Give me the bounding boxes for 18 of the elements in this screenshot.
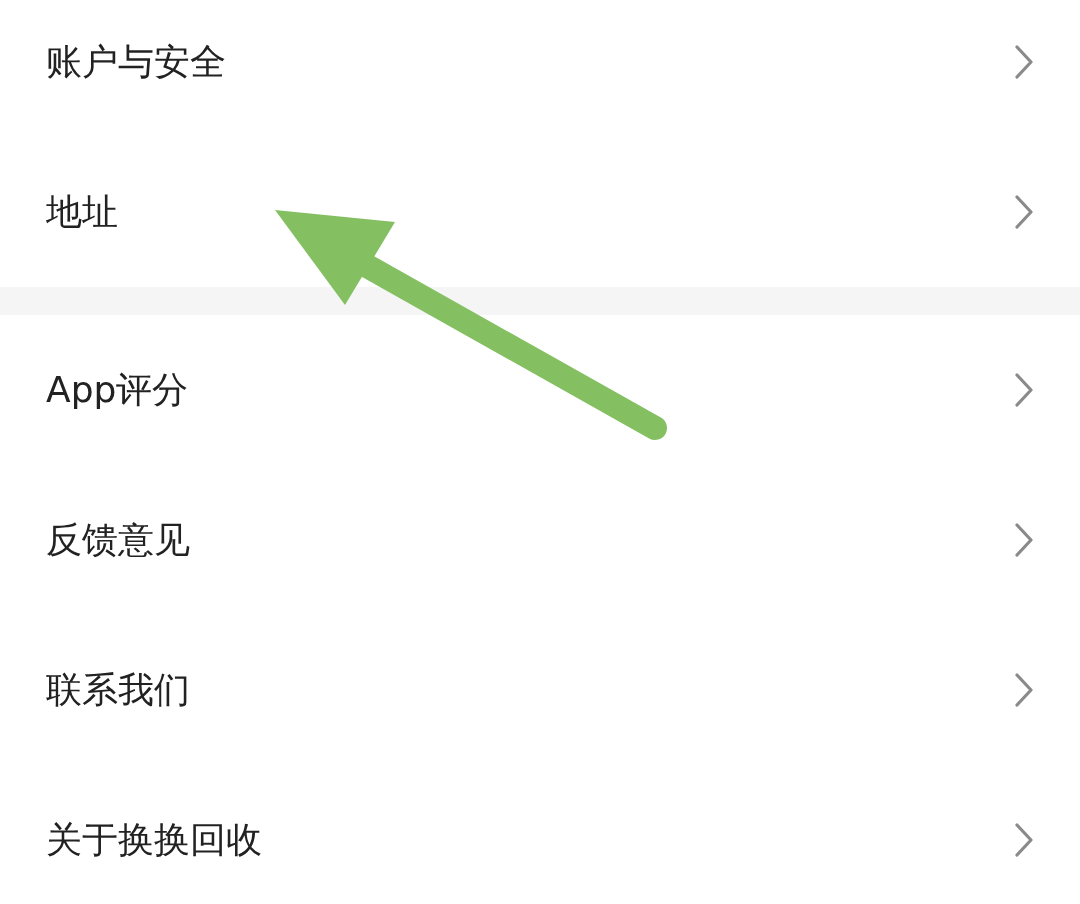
settings-item[interactable]: 地址 (0, 137, 1080, 287)
settings-item[interactable]: 联系我们 (0, 615, 1080, 765)
settings-item[interactable]: 账户与安全 (0, 0, 1080, 137)
chevron-right-icon (1014, 822, 1034, 858)
settings-item[interactable]: 关于换换回收 (0, 765, 1080, 904)
item-label: 账户与安全 (46, 39, 226, 84)
settings-item[interactable]: App评分 (0, 315, 1080, 465)
chevron-right-icon (1014, 372, 1034, 408)
chevron-right-icon (1014, 44, 1034, 80)
chevron-right-icon (1014, 672, 1034, 708)
item-label: 关于换换回收 (46, 817, 262, 862)
settings-item[interactable]: 反馈意见 (0, 465, 1080, 615)
item-label: 反馈意见 (46, 517, 190, 562)
item-label: 联系我们 (46, 667, 190, 712)
item-label: 地址 (46, 189, 118, 234)
chevron-right-icon (1014, 194, 1034, 230)
item-label: App评分 (46, 367, 189, 412)
chevron-right-icon (1014, 522, 1034, 558)
